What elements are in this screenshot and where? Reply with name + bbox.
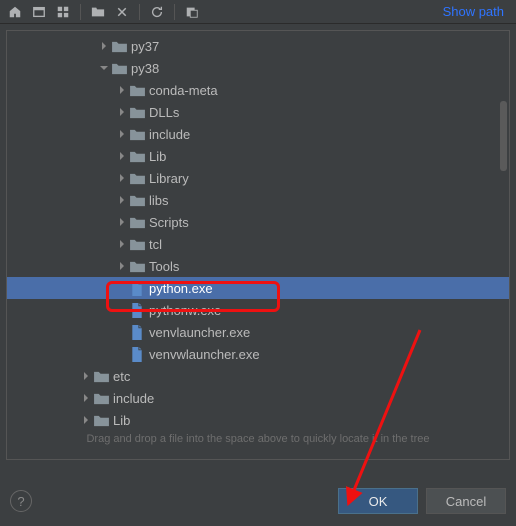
chevron-right-icon[interactable] (115, 83, 129, 97)
show-hidden-icon[interactable] (183, 3, 201, 21)
folder-icon (111, 38, 127, 54)
ok-label: OK (369, 494, 388, 509)
tree-row-label: etc (113, 369, 130, 384)
folder-icon (129, 214, 145, 230)
scrollbar-thumb[interactable] (500, 101, 507, 171)
chevron-down-icon[interactable] (97, 61, 111, 75)
chevron-right-icon[interactable] (115, 237, 129, 251)
toolbar-separator (80, 4, 81, 20)
module-icon[interactable] (54, 3, 72, 21)
chevron-right-icon[interactable] (79, 413, 93, 427)
file-icon (129, 302, 145, 318)
chevron-right-icon[interactable] (115, 127, 129, 141)
tree-row[interactable]: Lib (7, 409, 509, 431)
tree-row[interactable]: etc (7, 365, 509, 387)
tree-row-label: DLLs (149, 105, 179, 120)
chevron-right-icon[interactable] (115, 105, 129, 119)
folder-icon (129, 148, 145, 164)
toolbar-separator (139, 4, 140, 20)
chevron-right-icon[interactable] (115, 259, 129, 273)
drop-hint: Drag and drop a file into the space abov… (7, 433, 509, 445)
tree-row-label: pythonw.exe (149, 303, 221, 318)
tree-row[interactable]: conda-meta (7, 79, 509, 101)
tree-row-label: py37 (131, 39, 159, 54)
chevron-right-icon[interactable] (97, 39, 111, 53)
file-tree[interactable]: py37 py38 conda-meta DLLs include Lib Library l… (7, 31, 509, 431)
folder-icon (129, 258, 145, 274)
tree-row-label: Lib (149, 149, 166, 164)
file-icon (129, 346, 145, 362)
file-icon (129, 324, 145, 340)
tree-row-label: Tools (149, 259, 179, 274)
tree-row-label: libs (149, 193, 169, 208)
tree-row-label: python.exe (149, 281, 213, 296)
tree-row[interactable]: Library (7, 167, 509, 189)
tree-row[interactable]: py37 (7, 35, 509, 57)
delete-icon[interactable] (113, 3, 131, 21)
tree-row[interactable]: DLLs (7, 101, 509, 123)
project-icon[interactable] (30, 3, 48, 21)
refresh-icon[interactable] (148, 3, 166, 21)
help-button[interactable]: ? (10, 490, 32, 512)
file-icon (129, 280, 145, 296)
tree-row[interactable]: venvlauncher.exe (7, 321, 509, 343)
folder-icon (129, 236, 145, 252)
chevron-right-icon[interactable] (115, 171, 129, 185)
chevron-right-icon[interactable] (115, 215, 129, 229)
chevron-right-icon[interactable] (115, 149, 129, 163)
tree-row[interactable]: venvwlauncher.exe (7, 343, 509, 365)
folder-icon (93, 390, 109, 406)
folder-icon (93, 368, 109, 384)
tree-row-label: venvlauncher.exe (149, 325, 250, 340)
tree-row[interactable]: include (7, 123, 509, 145)
toolbar: Show path (0, 0, 516, 24)
folder-icon (129, 126, 145, 142)
tree-row-label: include (113, 391, 154, 406)
tree-row[interactable]: include (7, 387, 509, 409)
tree-row[interactable]: libs (7, 189, 509, 211)
home-icon[interactable] (6, 3, 24, 21)
tree-row-label: Library (149, 171, 189, 186)
tree-row[interactable]: Lib (7, 145, 509, 167)
tree-row-label: tcl (149, 237, 162, 252)
tree-row[interactable]: Scripts (7, 211, 509, 233)
folder-icon (129, 192, 145, 208)
folder-icon (111, 60, 127, 76)
tree-row-label: Scripts (149, 215, 189, 230)
cancel-label: Cancel (446, 494, 486, 509)
show-path-link[interactable]: Show path (443, 4, 510, 19)
tree-row-label: conda-meta (149, 83, 218, 98)
chevron-right-icon[interactable] (115, 193, 129, 207)
ok-button[interactable]: OK (338, 488, 418, 514)
tree-row[interactable]: pythonw.exe (7, 299, 509, 321)
tree-row-label: Lib (113, 413, 130, 428)
file-tree-panel: py37 py38 conda-meta DLLs include Lib Library l… (6, 30, 510, 460)
chevron-right-icon[interactable] (79, 369, 93, 383)
tree-row-label: py38 (131, 61, 159, 76)
tree-row[interactable]: tcl (7, 233, 509, 255)
tree-row-label: venvwlauncher.exe (149, 347, 260, 362)
dialog-footer: ? OK Cancel (0, 476, 516, 526)
help-label: ? (17, 494, 24, 509)
folder-icon (93, 412, 109, 428)
toolbar-separator (174, 4, 175, 20)
new-folder-icon[interactable] (89, 3, 107, 21)
tree-row[interactable]: python.exe (7, 277, 509, 299)
chevron-right-icon[interactable] (79, 391, 93, 405)
folder-icon (129, 170, 145, 186)
folder-icon (129, 104, 145, 120)
folder-icon (129, 82, 145, 98)
tree-row[interactable]: py38 (7, 57, 509, 79)
cancel-button[interactable]: Cancel (426, 488, 506, 514)
tree-row-label: include (149, 127, 190, 142)
tree-row[interactable]: Tools (7, 255, 509, 277)
